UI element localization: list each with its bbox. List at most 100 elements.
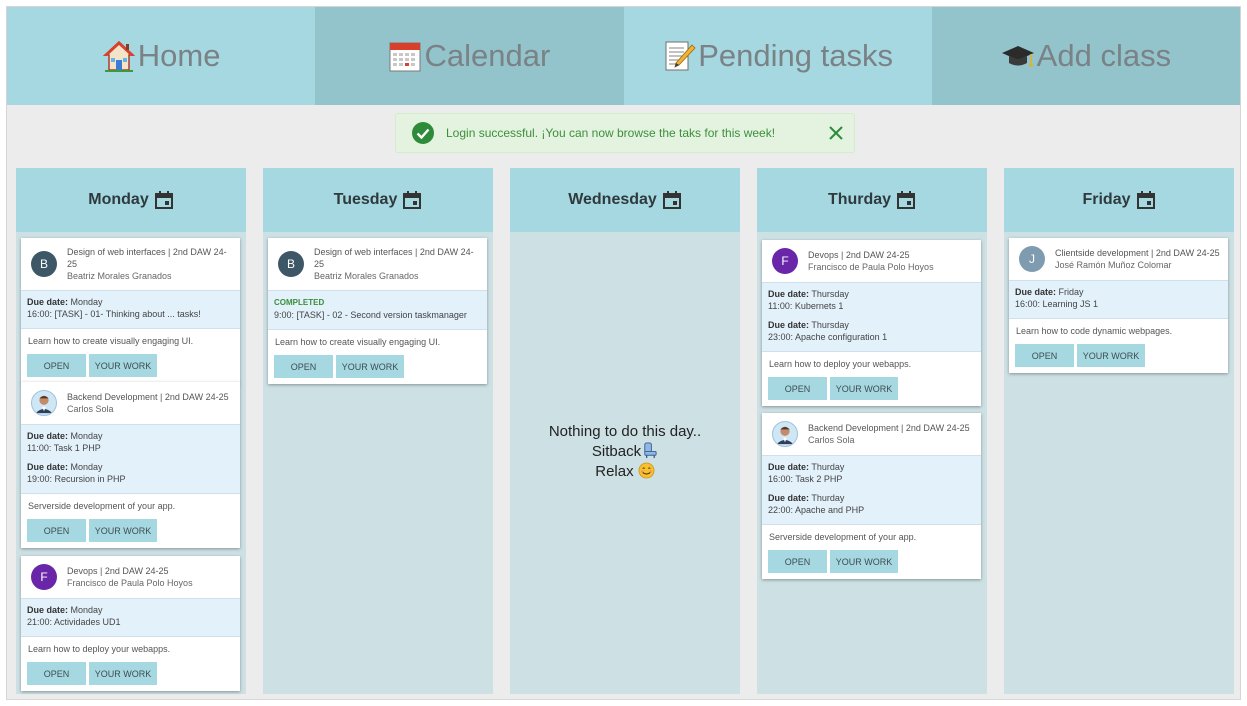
smiling-face-icon bbox=[638, 462, 655, 479]
completed-badge: COMPLETED bbox=[274, 298, 325, 307]
day-header: Friday bbox=[1004, 168, 1234, 232]
task-text: 23:00: Apache configuration 1 bbox=[768, 332, 888, 342]
due-day: Monday bbox=[70, 297, 103, 307]
due-item: Due date: Monday 21:00: Actividades UD1 bbox=[27, 602, 234, 633]
day-column-wednesday: Wednesday Nothing to do this day.. Sitba… bbox=[510, 168, 740, 694]
due-day: Monday bbox=[70, 462, 103, 472]
your-work-button[interactable]: YOUR WORK bbox=[89, 354, 157, 377]
class-name: Design of web interfaces | 2nd DAW 24-25 bbox=[314, 247, 474, 269]
your-work-button[interactable]: YOUR WORK bbox=[1077, 344, 1145, 367]
day-column-friday: Friday J Clientside development | 2nd DA… bbox=[1004, 168, 1234, 694]
nav-tab-label: Calendar bbox=[424, 38, 551, 73]
class-name: Clientside development | 2nd DAW 24-25 bbox=[1055, 248, 1220, 258]
due-section: Due date: Friday 16:00: Learning JS 1 bbox=[1009, 280, 1228, 319]
due-day: Thurday bbox=[811, 462, 845, 472]
seat-icon bbox=[644, 442, 657, 459]
due-item: Due date: Monday 19:00: Recursion in PHP bbox=[27, 459, 234, 490]
class-name: Backend Development | 2nd DAW 24-25 bbox=[67, 392, 229, 402]
due-item: Due date: Thurday 22:00: Apache and PHP bbox=[768, 490, 975, 521]
due-day: Thurday bbox=[811, 493, 845, 503]
day-name: Monday bbox=[88, 191, 149, 208]
card-description: Serverside development of your app. bbox=[28, 501, 176, 511]
day-name: Friday bbox=[1082, 191, 1131, 208]
your-work-button[interactable]: YOUR WORK bbox=[830, 377, 898, 400]
top-nav: Home Calendar Pending tasks Add class bbox=[7, 7, 1240, 105]
card-header: J Clientside development | 2nd DAW 24-25… bbox=[1009, 238, 1228, 280]
your-work-button[interactable]: YOUR WORK bbox=[830, 550, 898, 573]
task-text: 16:00: [TASK] - 01- Thinking about ... t… bbox=[27, 309, 201, 319]
teacher-photo-avatar bbox=[31, 390, 57, 416]
open-button[interactable]: OPEN bbox=[1015, 344, 1074, 367]
due-item: Due date: Thurday 16:00: Task 2 PHP bbox=[768, 459, 975, 490]
class-name: Devops | 2nd DAW 24-25 bbox=[808, 250, 910, 260]
day-header: Monday bbox=[16, 168, 246, 232]
nav-tab-label: Home bbox=[137, 38, 221, 73]
card-description: Learn how to deploy your webapps. bbox=[769, 359, 912, 369]
week-columns: Monday B Design of web interfaces | 2nd … bbox=[16, 168, 1234, 694]
nav-tab-label: Pending tasks bbox=[698, 38, 893, 73]
close-icon[interactable] bbox=[827, 124, 845, 142]
day-header: Tuesday bbox=[263, 168, 493, 232]
open-button[interactable]: OPEN bbox=[768, 377, 827, 400]
teacher-name: Beatriz Morales Granados bbox=[67, 271, 172, 281]
teacher-name: Beatriz Morales Granados bbox=[314, 271, 419, 281]
your-work-button[interactable]: YOUR WORK bbox=[336, 355, 404, 378]
avatar: J bbox=[1019, 246, 1045, 272]
task-card: Backend Development | 2nd DAW 24-25 Carlo… bbox=[762, 413, 981, 579]
due-label: Due date: bbox=[768, 289, 810, 299]
card-description: Learn how to create visually engaging UI… bbox=[28, 336, 194, 346]
nav-tab-calendar[interactable]: Calendar bbox=[315, 7, 624, 105]
calendar-icon bbox=[154, 191, 173, 209]
day-name: Wednesday bbox=[568, 191, 657, 208]
due-section: Due date: Monday 21:00: Actividades UD1 bbox=[21, 598, 240, 637]
due-section: COMPLETED 9:00: [TASK] - 02 - Second vers… bbox=[268, 290, 487, 330]
task-card: F Devops | 2nd DAW 24-25 Francisco de Pau… bbox=[21, 556, 240, 691]
check-circle-icon bbox=[412, 122, 434, 144]
avatar: B bbox=[31, 251, 57, 277]
calendar-icon bbox=[403, 191, 422, 209]
your-work-button[interactable]: YOUR WORK bbox=[89, 662, 157, 685]
due-day: Thursday bbox=[811, 289, 849, 299]
empty-line: Relax bbox=[595, 463, 634, 480]
open-button[interactable]: OPEN bbox=[274, 355, 333, 378]
teacher-name: Carlos Sola bbox=[67, 404, 114, 414]
due-label: Due date: bbox=[768, 493, 810, 503]
open-button[interactable]: OPEN bbox=[27, 354, 86, 377]
nav-tab-add-class[interactable]: Add class bbox=[931, 7, 1240, 105]
card-description: Serverside development of your app. bbox=[769, 532, 917, 542]
task-text: 21:00: Actividades UD1 bbox=[27, 617, 121, 627]
day-name: Thurday bbox=[827, 191, 892, 208]
teacher-photo-avatar bbox=[772, 421, 798, 447]
card-description: Learn how to deploy your webapps. bbox=[28, 644, 171, 654]
calendar-icon bbox=[389, 42, 421, 72]
app-frame: Home Calendar Pending tasks Add class Lo… bbox=[6, 6, 1241, 700]
nav-tab-home[interactable]: Home bbox=[7, 7, 316, 105]
open-button[interactable]: OPEN bbox=[27, 662, 86, 685]
task-card: J Clientside development | 2nd DAW 24-25… bbox=[1009, 238, 1228, 373]
login-success-alert: Login successful. ¡You can now browse th… bbox=[395, 113, 855, 153]
teacher-name: Francisco de Paula Polo Hoyos bbox=[808, 262, 934, 272]
alert-message: Login successful. ¡You can now browse th… bbox=[446, 126, 776, 140]
due-label: Due date: bbox=[1015, 287, 1057, 297]
your-work-button[interactable]: YOUR WORK bbox=[89, 519, 157, 542]
calendar-icon bbox=[662, 191, 681, 209]
task-card: F Devops | 2nd DAW 24-25 Francisco de Pau… bbox=[762, 240, 981, 406]
open-button[interactable]: OPEN bbox=[27, 519, 86, 542]
card-header: F Devops | 2nd DAW 24-25 Francisco de Pau… bbox=[21, 556, 240, 598]
nav-tab-pending-tasks[interactable]: Pending tasks bbox=[623, 7, 932, 105]
open-button[interactable]: OPEN bbox=[768, 550, 827, 573]
card-header: Backend Development | 2nd DAW 24-25 Carlo… bbox=[762, 413, 981, 455]
due-section: Due date: Monday 16:00: [TASK] - 01- Thin… bbox=[21, 290, 240, 329]
card-header: Backend Development | 2nd DAW 24-25 Carlo… bbox=[21, 382, 240, 424]
graduation-cap-icon bbox=[1001, 46, 1034, 67]
task-text: 11:00: Task 1 PHP bbox=[27, 443, 101, 453]
task-text: 16:00: Learning JS 1 bbox=[1015, 299, 1099, 309]
due-label: Due date: bbox=[27, 462, 69, 472]
task-text: 19:00: Recursion in PHP bbox=[27, 474, 126, 484]
day-header: Thurday bbox=[757, 168, 987, 232]
card-header: B Design of web interfaces | 2nd DAW 24-… bbox=[268, 238, 487, 290]
card-header: F Devops | 2nd DAW 24-25 Francisco de Pau… bbox=[762, 240, 981, 282]
task-text: 16:00: Task 2 PHP bbox=[768, 474, 843, 484]
due-day: Friday bbox=[1058, 287, 1084, 297]
empty-day-message: Nothing to do this day.. Sitback Relax bbox=[510, 422, 740, 482]
